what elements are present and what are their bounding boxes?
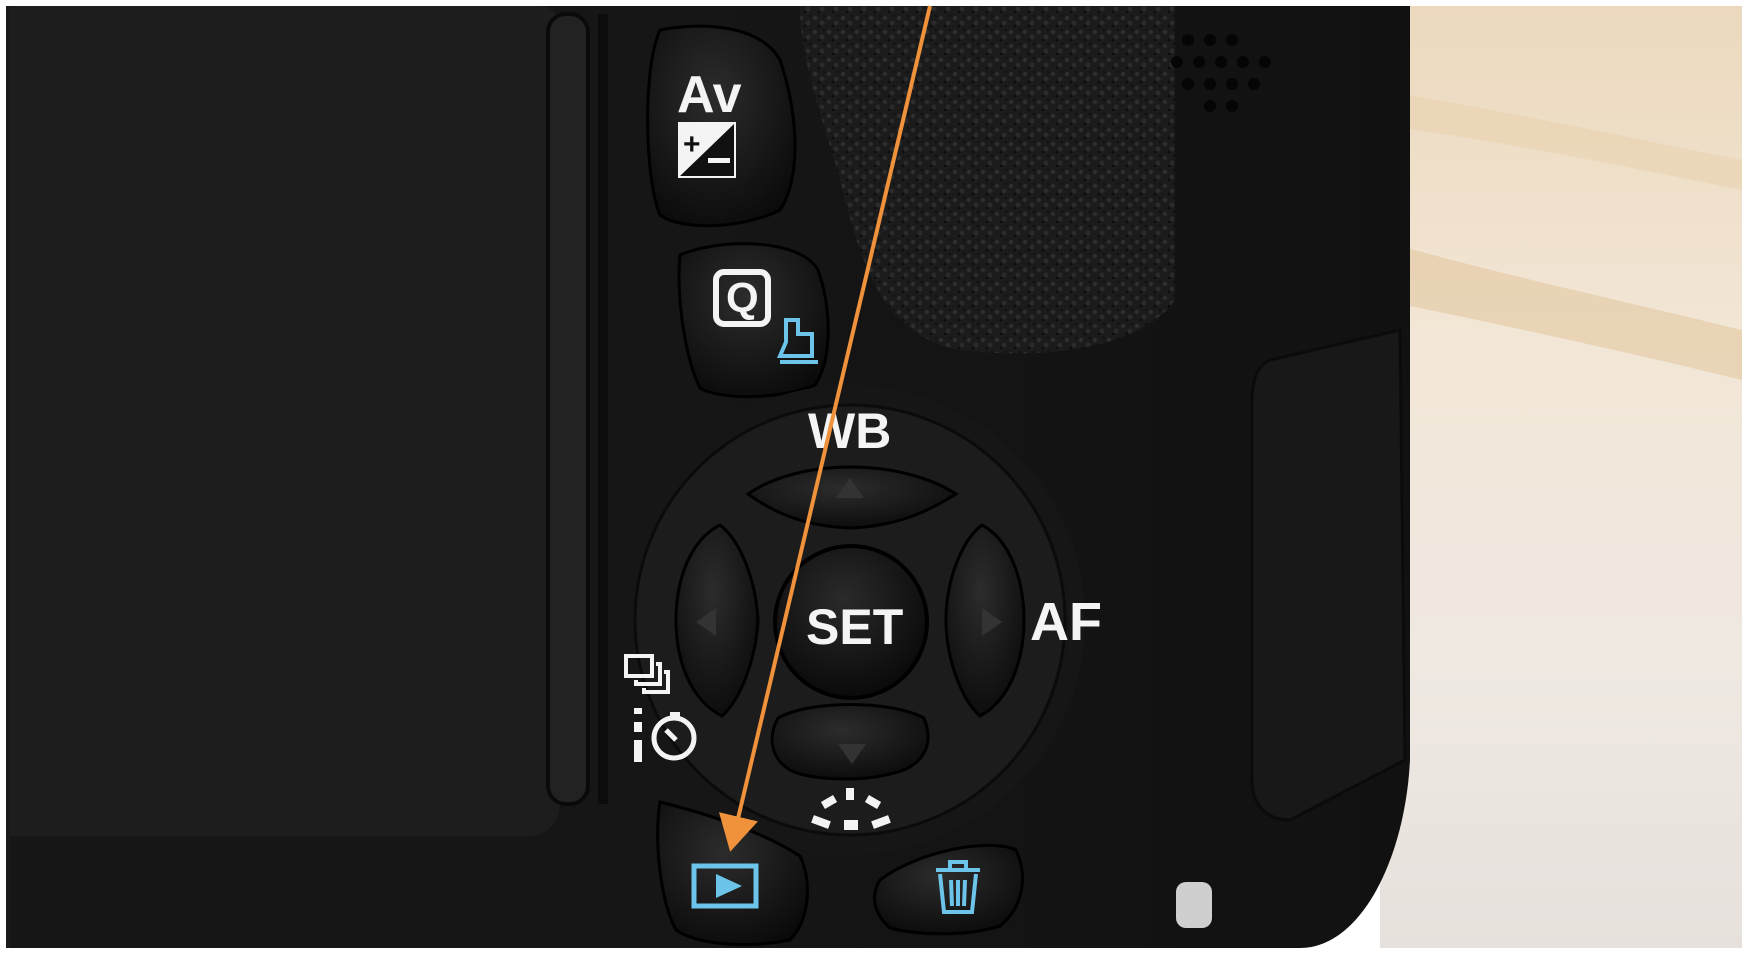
camera-back-photo: Av + Q WB AF SET bbox=[0, 0, 1748, 953]
av-label: Av bbox=[677, 66, 742, 124]
set-label: SET bbox=[806, 599, 903, 655]
access-lamp bbox=[1176, 882, 1212, 928]
svg-text:+: + bbox=[683, 128, 701, 161]
lcd-screen bbox=[10, 6, 560, 836]
af-label: AF bbox=[1030, 592, 1102, 652]
exposure-comp-icon: + bbox=[678, 122, 736, 178]
q-label: Q bbox=[726, 274, 759, 321]
card-slot-door bbox=[1250, 328, 1407, 822]
screen-hinge-strip bbox=[546, 12, 590, 806]
down-key-button[interactable] bbox=[770, 703, 930, 781]
wb-label: WB bbox=[808, 403, 891, 459]
trash-icon bbox=[936, 860, 980, 914]
